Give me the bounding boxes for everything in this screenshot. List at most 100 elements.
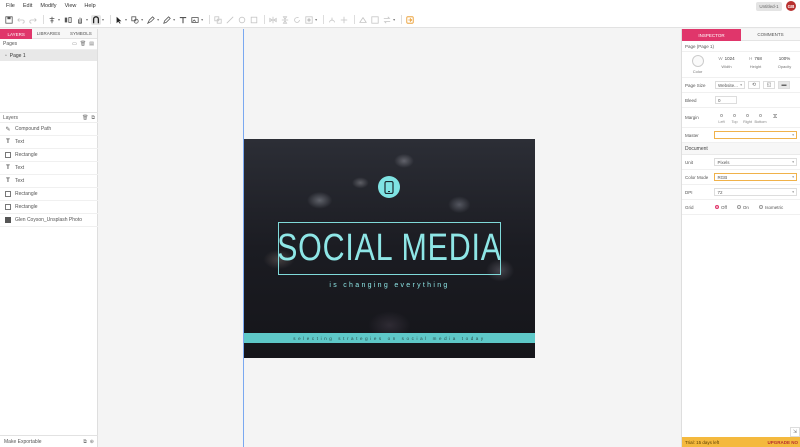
- add-page-icon[interactable]: ▤: [89, 41, 94, 47]
- margin-right-value[interactable]: 0: [746, 112, 749, 119]
- opacity-input[interactable]: 100%: [779, 55, 791, 62]
- shape-icon[interactable]: [130, 15, 140, 25]
- chevron-down-icon[interactable]: ▾: [102, 17, 104, 22]
- tab-inspector[interactable]: INSPECTOR: [682, 29, 741, 41]
- layer-item[interactable]: Rectangle: [0, 188, 98, 201]
- share-icon[interactable]: [405, 15, 415, 25]
- chevron-down-icon[interactable]: ▾: [173, 17, 175, 22]
- save-icon[interactable]: [4, 15, 14, 25]
- pen-icon[interactable]: [146, 15, 156, 25]
- bottom-band[interactable]: selecting strategies on social media tod…: [244, 333, 535, 343]
- tab-layers[interactable]: LAYERS: [0, 29, 33, 39]
- add-layer-icon[interactable]: ⧉: [91, 115, 95, 121]
- redo-icon[interactable]: [28, 15, 38, 25]
- layer-item[interactable]: ✎ Compound Path: [0, 123, 98, 136]
- image-icon[interactable]: [190, 15, 200, 25]
- menu-file[interactable]: File: [6, 3, 15, 9]
- margin-top-value[interactable]: 0: [733, 112, 736, 119]
- tab-libraries[interactable]: LIBRARIES: [32, 29, 65, 39]
- margin-top[interactable]: 0 Top: [728, 112, 741, 124]
- hand-icon[interactable]: [75, 15, 85, 25]
- margin-bottom-value[interactable]: 0: [759, 112, 762, 119]
- delete-layer-icon[interactable]: 🗑: [82, 115, 88, 121]
- smartphone-icon[interactable]: [378, 176, 400, 198]
- make-exportable-label[interactable]: Make Exportable: [4, 439, 42, 445]
- bleed-input[interactable]: 0: [715, 96, 737, 104]
- artboard[interactable]: SOCIAL MEDIA is changing everything sele…: [244, 139, 535, 358]
- margin-left[interactable]: 0 Left: [715, 112, 728, 124]
- page-item[interactable]: ▫ Page 1: [0, 50, 97, 61]
- delete-page-icon[interactable]: 🗑: [80, 41, 86, 47]
- rotate-icon[interactable]: [292, 15, 302, 25]
- page-options-icon[interactable]: ▭: [72, 41, 77, 47]
- pointer-icon[interactable]: [114, 15, 124, 25]
- margin-left-value[interactable]: 0: [720, 112, 723, 119]
- margin-bottom[interactable]: 0 Bottom: [754, 112, 767, 124]
- mask-icon[interactable]: [304, 15, 314, 25]
- layer-item[interactable]: Glen Coyson_Unsplash Photo: [0, 214, 98, 227]
- artboard-title[interactable]: SOCIAL MEDIA: [277, 227, 502, 270]
- pencil-icon[interactable]: [162, 15, 172, 25]
- layer-item[interactable]: Rectangle: [0, 201, 98, 214]
- add-export-icon[interactable]: ⊕: [90, 439, 94, 445]
- chevron-down-icon[interactable]: ▾: [157, 17, 159, 22]
- layer-item[interactable]: T Text: [0, 162, 98, 175]
- tab-symbols[interactable]: SYMBOLS: [64, 29, 97, 39]
- boolean-exclude-icon[interactable]: [249, 15, 259, 25]
- master-select[interactable]: ▾: [714, 131, 797, 139]
- height-input[interactable]: 768: [754, 56, 762, 61]
- chevron-down-icon[interactable]: ▾: [125, 17, 127, 22]
- chevron-down-icon[interactable]: ▾: [315, 17, 317, 22]
- swap-icon[interactable]: [382, 15, 392, 25]
- chevron-down-icon[interactable]: ▾: [141, 17, 143, 22]
- upgrade-link[interactable]: UPGRADE NO: [767, 440, 798, 445]
- landscape-icon[interactable]: ▬: [778, 81, 790, 89]
- chevron-down-icon[interactable]: ▾: [393, 17, 395, 22]
- menu-help[interactable]: Help: [84, 3, 95, 9]
- layer-item[interactable]: T Text: [0, 136, 98, 149]
- artboard-subtitle[interactable]: is changing everything: [244, 282, 535, 289]
- avatar[interactable]: GB: [786, 1, 796, 11]
- export-icon[interactable]: [358, 15, 368, 25]
- group-icon[interactable]: [327, 15, 337, 25]
- export-settings-icon[interactable]: ⧉: [83, 439, 87, 445]
- flip-horizontal-icon[interactable]: [268, 15, 278, 25]
- document-title[interactable]: Untitled-1: [756, 1, 782, 11]
- canvas[interactable]: SOCIAL MEDIA is changing everything sele…: [99, 29, 681, 447]
- color-swatch[interactable]: [691, 55, 704, 67]
- grid-on-option[interactable]: On: [736, 204, 749, 210]
- dpi-select[interactable]: 72 ▾: [714, 188, 797, 196]
- fit-page-icon[interactable]: ◱: [763, 81, 775, 89]
- orientation-icon[interactable]: ⟲: [748, 81, 760, 89]
- ungroup-icon[interactable]: [339, 15, 349, 25]
- menu-view[interactable]: View: [65, 3, 77, 9]
- tab-comments[interactable]: COMMENTS: [741, 29, 800, 41]
- title-frame[interactable]: SOCIAL MEDIA: [277, 222, 502, 275]
- unit-select[interactable]: Pixels ▾: [714, 158, 797, 166]
- menu-modify[interactable]: Modify: [40, 3, 56, 9]
- margin-right[interactable]: 0 Right: [741, 112, 754, 124]
- chevron-down-icon[interactable]: ▾: [86, 17, 88, 22]
- text-icon[interactable]: [178, 15, 188, 25]
- magnet-icon[interactable]: [91, 14, 102, 25]
- chevron-down-icon[interactable]: ▾: [201, 17, 203, 22]
- distribute-icon[interactable]: [63, 15, 73, 25]
- chevron-down-icon[interactable]: ▾: [58, 17, 60, 22]
- grid-off-option[interactable]: Off: [715, 204, 727, 210]
- boolean-intersect-icon[interactable]: [237, 15, 247, 25]
- flip-vertical-icon[interactable]: [280, 15, 290, 25]
- layer-item[interactable]: Rectangle: [0, 149, 98, 162]
- boolean-subtract-icon[interactable]: [225, 15, 235, 25]
- symbol-icon[interactable]: [370, 15, 380, 25]
- align-icon[interactable]: [47, 15, 57, 25]
- width-input[interactable]: 1024: [725, 56, 735, 61]
- band-text[interactable]: selecting strategies on social media tod…: [293, 336, 486, 341]
- undo-icon[interactable]: [16, 15, 26, 25]
- grid-isometric-option[interactable]: Isometric: [758, 204, 783, 210]
- layer-item[interactable]: T Text: [0, 175, 98, 188]
- color-mode-select[interactable]: RGB ▾: [714, 173, 797, 181]
- boolean-union-icon[interactable]: [213, 15, 223, 25]
- collapse-panel-icon[interactable]: ⇲: [790, 427, 800, 437]
- page-size-select[interactable]: Website... ▾: [715, 81, 745, 89]
- menu-edit[interactable]: Edit: [23, 3, 32, 9]
